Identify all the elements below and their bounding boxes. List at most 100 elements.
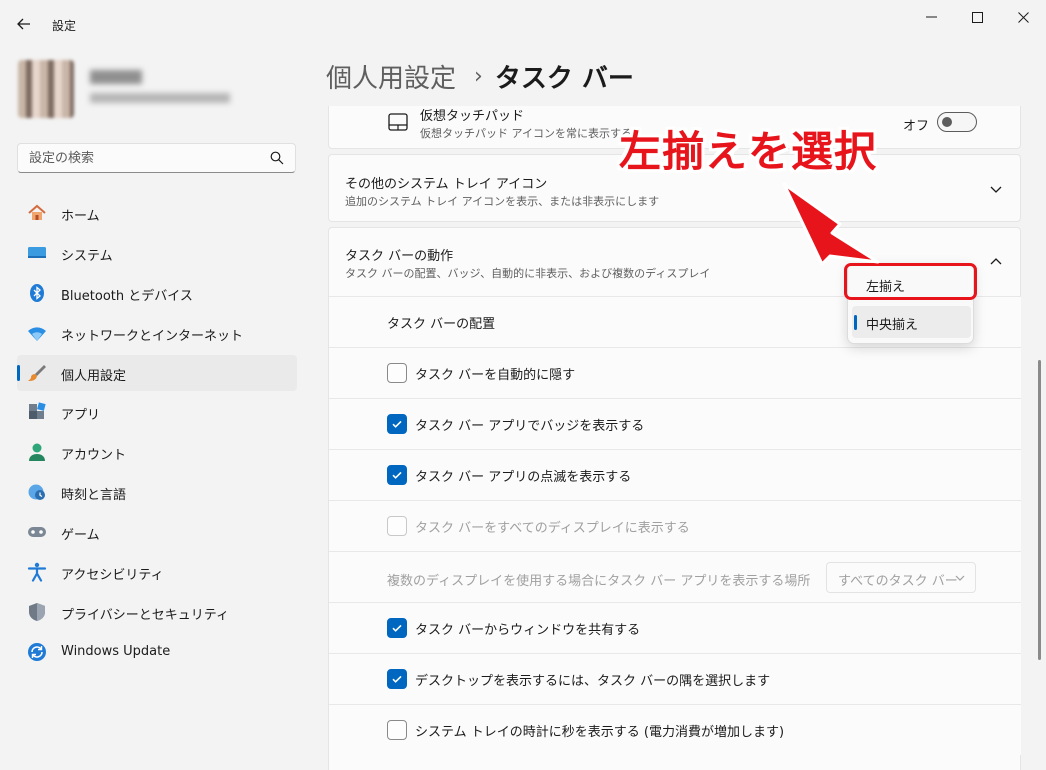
badges-row[interactable]: タスク バー アプリでバッジを表示する [329, 398, 1021, 449]
alignment-label: タスク バーの配置 [387, 317, 496, 332]
flashing-checkbox[interactable] [387, 465, 407, 485]
breadcrumb-separator: › [474, 63, 483, 89]
multi-display-label: 複数のディスプレイを使用する場合にタスク バー アプリを表示する場所 [387, 574, 811, 589]
checkbox-label: デスクトップを表示するには、タスク バーの隅を選択します [415, 674, 771, 689]
checkbox-label: システム トレイの時計に秒を表示する (電力消費が増加します) [415, 725, 785, 740]
auto-hide-row[interactable]: タスク バーを自動的に隠す [329, 347, 1021, 398]
touchpad-icon [388, 113, 408, 131]
checkbox-label: タスク バーからウィンドウを共有する [415, 623, 641, 638]
search-icon[interactable] [270, 151, 284, 165]
checkbox-label: タスク バー アプリの点滅を表示する [415, 470, 632, 485]
privacy-shield-icon [27, 602, 47, 622]
badges-checkbox[interactable] [387, 414, 407, 434]
sidebar-item-gaming[interactable]: ゲーム [17, 514, 297, 550]
sidebar-item-label: システム [61, 248, 113, 264]
sidebar-item-label: ホーム [61, 209, 100, 224]
gaming-icon [27, 522, 47, 542]
all-displays-row: タスク バーをすべてのディスプレイに表示する [329, 500, 1021, 551]
alignment-option-center[interactable]: 中央揃え [852, 306, 971, 338]
maximize-button[interactable] [954, 0, 1000, 34]
settings-content: 仮想タッチパッド 仮想タッチパッド アイコンを常に表示する オフ その他のシステ… [328, 106, 1021, 770]
network-icon [27, 323, 47, 343]
page-title: タスク バー [494, 63, 634, 94]
close-icon [1017, 11, 1029, 23]
accessibility-icon [27, 562, 47, 582]
sidebar-item-label: アカウント [61, 448, 127, 464]
sidebar-item-privacy[interactable]: プライバシーとセキュリティ [17, 594, 297, 630]
sidebar-item-apps[interactable]: アプリ [17, 394, 297, 430]
auto-hide-checkbox[interactable] [387, 363, 407, 383]
tray-icons-title: その他のシステム トレイ アイコン [345, 177, 548, 192]
active-indicator [17, 364, 20, 381]
account-icon [27, 442, 47, 462]
behaviors-desc: タスク バーの配置、バッジ、自動的に非表示、および複数のディスプレイ [345, 267, 711, 280]
sidebar-item-windows-update[interactable]: Windows Update [17, 634, 297, 670]
user-email-redacted [90, 93, 230, 103]
app-title: 設定 [52, 19, 77, 33]
sidebar-item-label: 個人用設定 [61, 368, 127, 384]
sidebar-item-label: アクセシビリティ [61, 568, 164, 584]
search-input[interactable] [29, 149, 259, 167]
sidebar-nav: ホーム システム Bluetooth とデバイス ネットワークとインターネット … [17, 195, 297, 674]
toggle-knob [942, 117, 952, 127]
minimize-icon [925, 16, 937, 18]
tray-icons-desc: 追加のシステム トレイ アイコンを表示、または非表示にします [345, 195, 660, 208]
toggle-state-label: オフ [903, 119, 930, 134]
personalization-icon [27, 363, 47, 383]
show-desktop-row[interactable]: デスクトップを表示するには、タスク バーの隅を選択します [329, 653, 1021, 704]
multi-display-select[interactable]: すべてのタスク バー [826, 562, 976, 593]
sidebar-item-network[interactable]: ネットワークとインターネット [17, 315, 297, 351]
sidebar-item-personalization[interactable]: 個人用設定 [17, 354, 297, 391]
select-value: すべてのタスク バー [838, 574, 958, 589]
checkbox-label: タスク バー アプリでバッジを表示する [415, 419, 645, 434]
clock-seconds-row[interactable]: システム トレイの時計に秒を表示する (電力消費が増加します) [329, 704, 1021, 755]
share-window-checkbox[interactable] [387, 618, 407, 638]
sidebar-item-label: Windows Update [61, 643, 171, 659]
content-scrollbar[interactable] [1038, 360, 1041, 660]
clock-seconds-checkbox[interactable] [387, 720, 407, 740]
back-button[interactable] [10, 10, 38, 38]
sidebar-item-label: アプリ [61, 408, 101, 424]
sidebar-item-system[interactable]: システム [17, 235, 297, 271]
touchpad-title: 仮想タッチパッド [420, 109, 525, 124]
chevron-down-icon [955, 575, 965, 581]
avatar[interactable] [18, 60, 74, 118]
checkmark-icon [392, 624, 402, 632]
checkmark-icon [392, 420, 402, 428]
checkmark-icon [392, 471, 402, 479]
time-language-icon [27, 482, 47, 502]
behaviors-title: タスク バーの動作 [345, 249, 454, 264]
checkbox-label: タスク バーを自動的に隠す [415, 368, 576, 383]
show-desktop-checkbox[interactable] [387, 669, 407, 689]
selected-indicator [854, 315, 857, 330]
sidebar-item-home[interactable]: ホーム [17, 195, 297, 231]
share-window-row[interactable]: タスク バーからウィンドウを共有する [329, 602, 1021, 653]
checkmark-icon [392, 675, 402, 683]
checkbox-label: タスク バーをすべてのディスプレイに表示する [415, 521, 690, 536]
sidebar-item-label: プライバシーとセキュリティ [61, 607, 229, 623]
title-bar: 設定 [0, 0, 1046, 40]
back-arrow-icon [17, 18, 30, 30]
sidebar-item-bluetooth[interactable]: Bluetooth とデバイス [17, 275, 297, 311]
sidebar-item-label: 時刻と言語 [61, 488, 127, 504]
breadcrumb-parent[interactable]: 個人用設定 [326, 58, 456, 95]
chevron-down-icon[interactable] [988, 181, 1004, 197]
user-name-redacted [90, 70, 142, 84]
flashing-row[interactable]: タスク バー アプリの点滅を表示する [329, 449, 1021, 500]
sidebar-item-label: Bluetooth とデバイス [61, 288, 193, 304]
touchpad-toggle[interactable] [937, 112, 977, 132]
system-icon [27, 243, 47, 263]
minimize-button[interactable] [908, 0, 954, 34]
sidebar-item-accounts[interactable]: アカウント [17, 434, 297, 470]
touchpad-desc: 仮想タッチパッド アイコンを常に表示する [420, 127, 632, 140]
maximize-icon [971, 11, 983, 23]
apps-icon [27, 402, 47, 422]
close-button[interactable] [1000, 0, 1046, 34]
sidebar-item-time-language[interactable]: 時刻と言語 [17, 474, 297, 510]
search-box [17, 143, 296, 173]
sidebar-item-accessibility[interactable]: アクセシビリティ [17, 554, 297, 590]
chevron-up-icon[interactable] [988, 254, 1004, 270]
sidebar-item-label: ネットワークとインターネット [61, 328, 244, 344]
all-displays-checkbox[interactable] [387, 516, 407, 536]
breadcrumb: 個人用設定 › タスク バー [326, 58, 634, 94]
